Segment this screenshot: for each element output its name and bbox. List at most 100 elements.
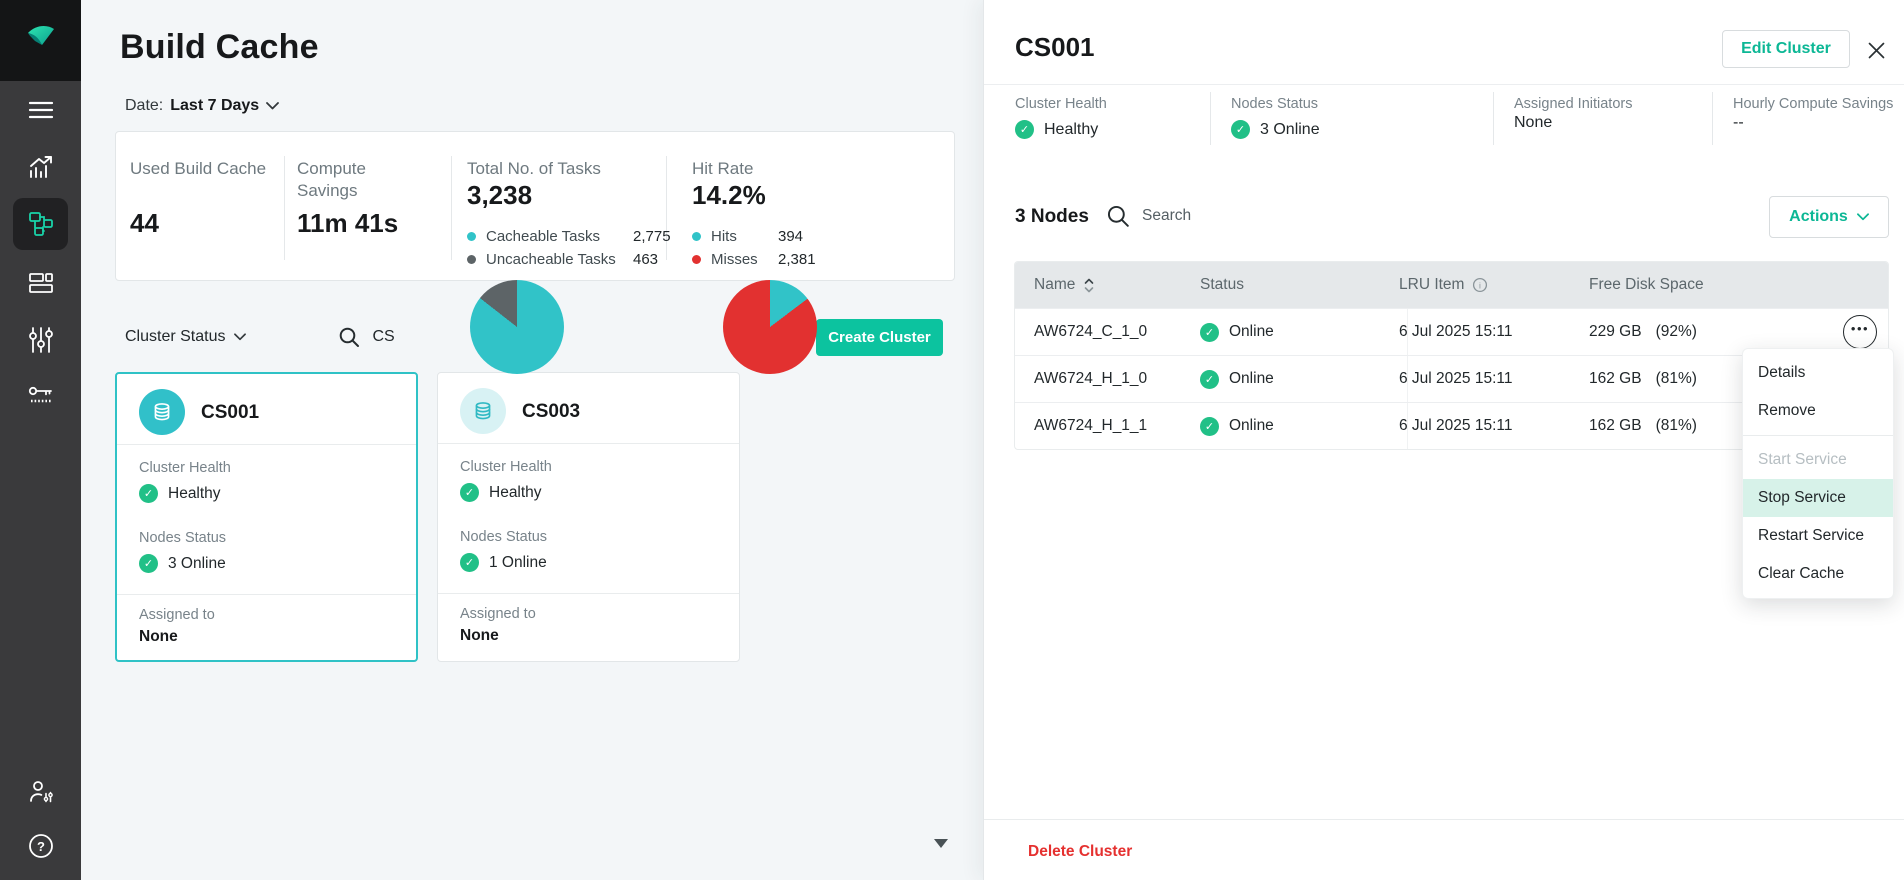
app-window: ? Build Cache Date: Last 7 Days Used Bui… (0, 0, 1904, 880)
database-icon (150, 400, 174, 424)
help-icon: ? (26, 831, 56, 861)
actions-dropdown-button[interactable]: Actions (1769, 196, 1889, 238)
page-title: Build Cache (120, 28, 319, 67)
menu-item-clear-cache[interactable]: Clear Cache (1743, 555, 1893, 593)
close-panel-button[interactable] (1866, 40, 1886, 60)
menu-item-start-service[interactable]: Start Service (1743, 441, 1893, 479)
sidebar-item-dashboard[interactable] (0, 261, 81, 305)
cluster-card-cs003[interactable]: CS003 Cluster Health ✓ Healthy Nodes Sta… (437, 372, 740, 662)
summary-label-hourly-compute-savings: Hourly Compute Savings (1733, 96, 1893, 112)
stat-value-used-build-cache: 44 (130, 208, 159, 239)
divider (1407, 356, 1408, 402)
chevron-down-icon (1857, 213, 1869, 221)
divider (1493, 92, 1494, 145)
node-status-cell: ✓ Online (1200, 417, 1399, 436)
date-filter[interactable]: Date: Last 7 Days (125, 97, 279, 115)
legend-uncacheable-tasks-value: 463 (633, 251, 658, 268)
check-icon: ✓ (1200, 417, 1219, 436)
column-header-free-disk-space[interactable]: Free Disk Space (1589, 276, 1759, 294)
row-actions-ellipsis-button[interactable]: ••• (1843, 315, 1877, 349)
dashboard-icon (28, 270, 54, 296)
brand-logo-icon (21, 21, 61, 61)
tasks-pie-chart (470, 280, 564, 374)
teal-dot-icon (692, 232, 701, 241)
user-settings-icon (27, 778, 55, 806)
assigned-to-value: None (139, 628, 178, 646)
cluster-health-label: Cluster Health (139, 460, 231, 476)
divider (117, 444, 416, 445)
menu-item-details[interactable]: Details (1743, 354, 1893, 392)
node-lru-cell: 6 Jul 2025 15:11 (1399, 323, 1589, 341)
analytics-icon (28, 154, 54, 180)
summary-value-assigned-initiators: None (1514, 114, 1552, 132)
app-logo[interactable] (0, 0, 81, 81)
cluster-search (338, 326, 482, 348)
stat-label-total-tasks: Total No. of Tasks (467, 158, 697, 180)
divider (1407, 309, 1408, 355)
hamburger-menu-button[interactable] (0, 88, 81, 132)
delete-cluster-link[interactable]: Delete Cluster (1028, 843, 1132, 861)
legend-cacheable-tasks-value: 2,775 (633, 228, 671, 245)
sidebar-item-help[interactable]: ? (0, 824, 81, 868)
menu-item-stop-service[interactable]: Stop Service (1743, 479, 1893, 517)
check-icon: ✓ (1231, 120, 1250, 139)
check-icon: ✓ (1015, 120, 1034, 139)
date-value: Last 7 Days (170, 97, 259, 115)
menu-item-restart-service[interactable]: Restart Service (1743, 517, 1893, 555)
chevron-down-icon (266, 102, 279, 110)
stat-label-compute-savings: Compute Savings (297, 158, 427, 202)
nodes-status-label: Nodes Status (139, 530, 226, 546)
node-lru-cell: 6 Jul 2025 15:11 (1399, 417, 1589, 435)
column-header-lru-item[interactable]: LRU Item i (1399, 276, 1589, 294)
column-header-name[interactable]: Name (1015, 276, 1200, 294)
check-icon: ✓ (139, 554, 158, 573)
menu-item-remove[interactable]: Remove (1743, 392, 1893, 430)
summary-label-assigned-initiators: Assigned Initiators (1514, 96, 1632, 112)
create-cluster-button[interactable]: Create Cluster (816, 319, 943, 356)
sidebar-item-license[interactable] (0, 374, 81, 418)
column-header-status[interactable]: Status (1200, 276, 1399, 294)
row-actions-context-menu: Details Remove Start Service Stop Servic… (1742, 348, 1894, 599)
hamburger-icon (28, 100, 54, 120)
cluster-card-cs001[interactable]: CS001 Cluster Health ✓ Healthy Nodes Sta… (115, 372, 418, 662)
node-status-cell: ✓ Online (1200, 323, 1399, 342)
red-dot-icon (692, 255, 701, 264)
check-icon: ✓ (1200, 370, 1219, 389)
date-label: Date: (125, 97, 163, 115)
divider (1712, 92, 1713, 145)
divider (438, 443, 739, 444)
stat-label-used-build-cache: Used Build Cache (130, 158, 270, 180)
check-icon: ✓ (1200, 323, 1219, 342)
assigned-to-label: Assigned to (139, 607, 215, 623)
sidebar-item-build-cache[interactable] (13, 198, 68, 250)
cluster-name: CS003 (522, 401, 580, 423)
nodes-status-value: ✓ 1 Online (460, 553, 547, 572)
svg-text:i: i (1480, 280, 1482, 290)
scroll-down-arrow[interactable] (934, 839, 948, 848)
summary-label-cluster-health: Cluster Health (1015, 96, 1107, 112)
sliders-icon (28, 326, 54, 354)
legend-misses: Misses (692, 251, 758, 268)
info-icon[interactable]: i (1472, 277, 1488, 293)
cluster-avatar (139, 389, 185, 435)
node-search-input[interactable] (1142, 207, 1292, 225)
check-icon: ✓ (460, 483, 479, 502)
gray-dot-icon (467, 255, 476, 264)
nodes-status-value: ✓ 3 Online (139, 554, 226, 573)
svg-text:?: ? (37, 839, 45, 854)
divider (984, 84, 1904, 85)
sidebar-item-user-settings[interactable] (0, 770, 81, 814)
assigned-to-value: None (460, 627, 499, 645)
cluster-search-input[interactable] (372, 328, 482, 346)
edit-cluster-button[interactable]: Edit Cluster (1722, 30, 1850, 68)
summary-value-hourly-compute-savings: -- (1733, 114, 1744, 132)
sidebar-item-analytics[interactable] (0, 145, 81, 189)
sidebar-item-settings[interactable] (0, 318, 81, 362)
legend-uncacheable-tasks: Uncacheable Tasks (467, 251, 616, 268)
assigned-to-label: Assigned to (460, 606, 536, 622)
divider (1407, 403, 1408, 449)
teal-dot-icon (467, 232, 476, 241)
divider (1210, 92, 1211, 145)
cluster-status-dropdown[interactable]: Cluster Status (125, 328, 246, 346)
nodes-status-label: Nodes Status (460, 529, 547, 545)
